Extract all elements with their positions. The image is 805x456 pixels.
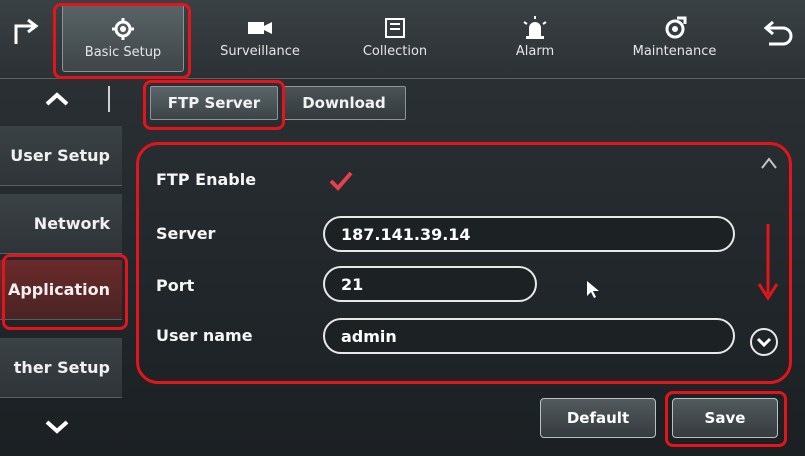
tab-maintenance[interactable]: Maintenance	[612, 4, 737, 70]
device-screen: Basic Setup Surveillance Collection Alar…	[0, 0, 805, 456]
ftp-enable-checkbox[interactable]	[327, 166, 355, 194]
back-icon	[763, 20, 793, 46]
home-icon	[14, 18, 39, 44]
sidebar-item-label: ther Setup	[13, 358, 110, 377]
port-input[interactable]: 21	[323, 266, 537, 302]
sidebar-divider	[108, 86, 110, 112]
gear-icon	[109, 17, 137, 41]
tab-label: Collection	[362, 43, 428, 59]
sidebar-item-label: Application	[7, 280, 110, 299]
ftp-enable-label: FTP Enable	[156, 170, 257, 189]
port-value: 21	[341, 274, 364, 294]
default-button-label: Default	[566, 409, 630, 427]
sidebar: User Setup Network Application ther Setu…	[0, 80, 128, 456]
server-input[interactable]: 187.141.39.14	[323, 216, 735, 252]
sidebar-item-label: Network	[33, 214, 110, 233]
username-input[interactable]: admin	[323, 318, 735, 354]
username-value: admin	[341, 326, 397, 346]
chevron-down-icon	[756, 337, 772, 347]
sidebar-item-user-setup[interactable]: User Setup	[0, 126, 122, 186]
sidebar-item-network[interactable]: Network	[0, 194, 122, 254]
tab-label: Download	[302, 94, 386, 112]
tab-label: Maintenance	[632, 43, 717, 59]
storage-icon	[381, 16, 409, 40]
sidebar-scroll-up-button[interactable]	[22, 82, 92, 116]
tab-ftp-server[interactable]: FTP Server	[150, 86, 278, 120]
checkmark-icon	[329, 171, 353, 191]
panel-scroll-up-icon[interactable]	[758, 152, 780, 174]
tab-basic-setup[interactable]: Basic Setup	[62, 4, 184, 72]
top-navigation-bar: Basic Setup Surveillance Collection Alar…	[0, 0, 805, 79]
tab-download[interactable]: Download	[282, 86, 406, 120]
tab-collection[interactable]: Collection	[335, 4, 455, 70]
tab-alarm[interactable]: Alarm	[480, 4, 590, 70]
mouse-pointer-icon	[587, 281, 599, 298]
back-button[interactable]	[755, 14, 795, 54]
camera-icon	[246, 16, 274, 40]
maintenance-icon	[661, 16, 689, 40]
sidebar-item-other-setup[interactable]: ther Setup	[0, 338, 122, 398]
sidebar-scroll-down-button[interactable]	[22, 410, 92, 444]
port-label: Port	[156, 276, 195, 295]
annotation-down-arrow-icon	[757, 224, 779, 301]
server-value: 187.141.39.14	[341, 224, 471, 244]
chevron-down-icon	[45, 420, 69, 434]
server-label: Server	[156, 224, 216, 243]
save-button-label: Save	[704, 409, 746, 427]
home-button[interactable]	[8, 14, 48, 54]
username-label: User name	[156, 326, 253, 345]
tab-label: Basic Setup	[84, 44, 162, 60]
sidebar-item-label: User Setup	[10, 146, 110, 165]
panel-scroll-down-button[interactable]	[750, 328, 778, 356]
save-button[interactable]: Save	[672, 398, 778, 438]
tab-label: Alarm	[515, 43, 555, 59]
tab-label: Surveillance	[220, 43, 300, 59]
tab-label: FTP Server	[167, 94, 261, 112]
chevron-up-icon	[45, 92, 69, 106]
alarm-light-icon	[521, 15, 549, 40]
sidebar-item-application[interactable]: Application	[0, 260, 122, 320]
tab-surveillance[interactable]: Surveillance	[200, 4, 320, 70]
default-button[interactable]: Default	[540, 398, 656, 438]
